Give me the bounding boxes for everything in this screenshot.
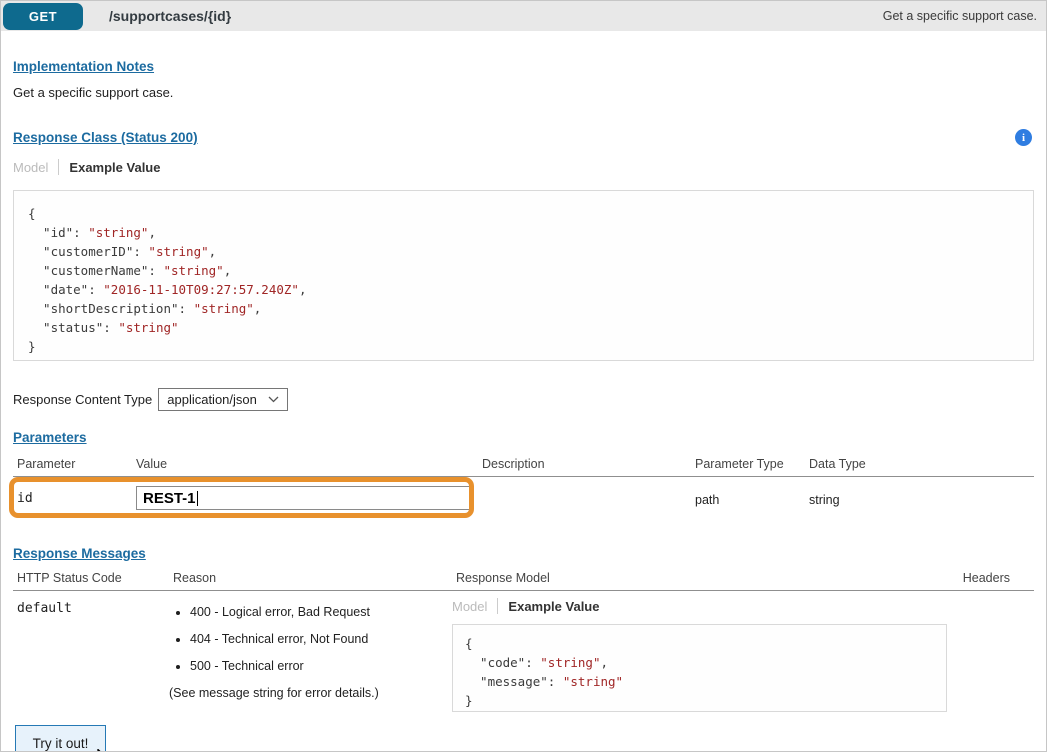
error-model-json: { "code": "string", "message": "string"}: [452, 624, 947, 712]
parameter-description: [478, 486, 691, 521]
chevron-down-icon: [268, 396, 279, 403]
col-data-type: Data Type: [805, 457, 1034, 471]
col-description: Description: [478, 457, 691, 471]
response-model-tabs: Model Example Value: [452, 598, 950, 614]
text-caret: [197, 491, 199, 506]
col-value: Value: [132, 457, 478, 471]
parameters-heading[interactable]: Parameters: [13, 430, 87, 445]
error-note: (See message string for error details.): [169, 686, 452, 700]
endpoint-path[interactable]: /supportcases/{id}: [109, 8, 231, 24]
try-it-out-area: Try it out!: [15, 725, 106, 752]
response-messages-table-header: HTTP Status Code Reason Response Model H…: [13, 571, 1034, 591]
response-messages-heading[interactable]: Response Messages: [13, 546, 146, 561]
response-content-type-label: Response Content Type: [13, 392, 152, 407]
operation-header-bar: GET /supportcases/{id} Get a specific su…: [1, 1, 1046, 31]
data-type-value: string: [805, 486, 1034, 521]
tab-example-value[interactable]: Example Value: [508, 599, 599, 614]
tab-divider: [58, 159, 59, 175]
response-content-type-value: application/json: [167, 392, 257, 407]
tab-divider: [497, 598, 498, 614]
headers-cell: [950, 591, 1034, 712]
response-model-cell: Model Example Value { "code": "string", …: [452, 591, 950, 712]
http-method-badge[interactable]: GET: [3, 3, 83, 30]
response-example-json: { "id": "string", "customerID": "string"…: [13, 190, 1034, 361]
response-message-row-default: default 400 - Logical error, Bad Request…: [13, 591, 1034, 712]
id-value-text: REST-1: [143, 490, 196, 507]
col-reason: Reason: [169, 571, 452, 585]
tab-model[interactable]: Model: [13, 160, 48, 175]
col-http-status-code: HTTP Status Code: [13, 571, 169, 585]
tab-example-value[interactable]: Example Value: [69, 160, 160, 175]
try-it-out-button[interactable]: Try it out!: [15, 725, 106, 752]
parameter-type-value: path: [691, 486, 805, 521]
response-class-tabs: Model Example Value: [13, 159, 1034, 175]
parameter-name: id: [13, 486, 132, 521]
info-icon[interactable]: i: [1015, 129, 1032, 146]
col-parameter: Parameter: [13, 457, 132, 471]
col-headers: Headers: [950, 571, 1034, 585]
endpoint-summary: Get a specific support case.: [883, 9, 1046, 23]
reason-cell: 400 - Logical error, Bad Request 404 - T…: [169, 591, 452, 712]
error-list: 400 - Logical error, Bad Request 404 - T…: [169, 605, 452, 673]
parameter-row-id: id REST-1 path string: [13, 477, 1034, 521]
col-parameter-type: Parameter Type: [691, 457, 805, 471]
error-item-500: 500 - Technical error: [190, 659, 452, 673]
response-class-heading[interactable]: Response Class (Status 200): [13, 130, 198, 145]
implementation-notes-text: Get a specific support case.: [13, 85, 1034, 100]
error-item-400: 400 - Logical error, Bad Request: [190, 605, 452, 619]
implementation-notes-heading[interactable]: Implementation Notes: [13, 59, 154, 74]
operation-body: Implementation Notes Get a specific supp…: [1, 58, 1046, 752]
id-value-input[interactable]: REST-1: [136, 486, 472, 510]
tab-model[interactable]: Model: [452, 599, 487, 614]
response-content-type-select[interactable]: application/json: [158, 388, 288, 411]
status-code-value: default: [13, 591, 169, 712]
col-response-model: Response Model: [452, 571, 950, 585]
error-item-404: 404 - Technical error, Not Found: [190, 632, 452, 646]
swagger-operation-panel: GET /supportcases/{id} Get a specific su…: [0, 0, 1047, 752]
parameters-table-header: Parameter Value Description Parameter Ty…: [13, 457, 1034, 477]
